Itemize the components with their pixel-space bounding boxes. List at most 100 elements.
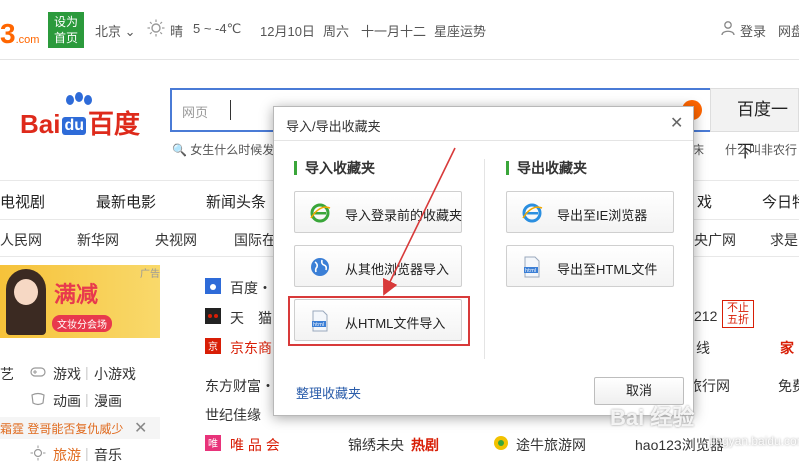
divider: | bbox=[85, 364, 89, 380]
nav-games[interactable]: 戏 bbox=[697, 191, 712, 212]
nav-movies[interactable]: 最新电影 bbox=[96, 191, 156, 212]
login-link[interactable]: 登录 bbox=[740, 21, 766, 40]
anime-icon bbox=[31, 392, 45, 406]
button-label: 从其他浏览器导入 bbox=[345, 262, 450, 277]
manage-favorites-link[interactable]: 整理收藏夹 bbox=[296, 383, 361, 402]
svg-text:html: html bbox=[525, 268, 536, 274]
nav-cri[interactable]: 国际在 bbox=[234, 230, 276, 250]
ie-icon bbox=[522, 203, 543, 223]
export-ie-button[interactable]: 导出至IE浏览器 bbox=[506, 191, 674, 233]
nav-tv[interactable]: 电视剧 bbox=[0, 191, 45, 212]
export-html-file-button[interactable]: html 导出至HTML文件 bbox=[506, 245, 674, 287]
nav-today[interactable]: 今日特 bbox=[762, 191, 799, 212]
top-bar: 3.com 设为 首页 北京 ⌄ 晴 5 ~ -4℃ 12月10日 周六 十一月… bbox=[0, 0, 799, 60]
vip-site-icon: 唯 bbox=[205, 435, 221, 451]
tmall-site-icon bbox=[205, 308, 221, 324]
annotation-highlight-box bbox=[288, 296, 470, 346]
search-type-label[interactable]: 网页 bbox=[182, 102, 208, 121]
city-selector[interactable]: 北京 ⌄ bbox=[95, 21, 136, 40]
tuniu-site-icon bbox=[494, 436, 508, 450]
search-suggestion-left[interactable]: 🔍 女生什么时候发 bbox=[172, 141, 274, 158]
import-login-favorites-button[interactable]: 导入登录前的收藏夹 bbox=[294, 191, 462, 233]
travel-link[interactable]: 旅游 bbox=[53, 445, 81, 465]
baidu-logo[interactable]: Bai du 百度 bbox=[20, 104, 140, 141]
notice-text[interactable]: 霜霆 登哥能否复仇威少 bbox=[0, 420, 123, 437]
netdisk-link[interactable]: 网盘 bbox=[778, 21, 799, 40]
left-list-art[interactable]: 艺 bbox=[0, 364, 14, 384]
site-eastmoney[interactable]: 东方财富・ bbox=[205, 376, 275, 396]
site-baidu[interactable]: 百度・ bbox=[230, 278, 272, 298]
html-file-icon: html bbox=[524, 256, 540, 278]
watermark-logo: Bai 经验 bbox=[610, 405, 695, 430]
temperature: 5 ~ -4℃ bbox=[193, 21, 242, 36]
user-icon bbox=[721, 21, 735, 36]
weather-text: 晴 bbox=[170, 24, 184, 39]
site-tmall[interactable]: 天 猫 bbox=[230, 308, 272, 328]
site-jinxiu[interactable]: 锦绣未央 bbox=[348, 435, 404, 455]
favorites-import-export-dialog: 导入/导出收藏夹 ✕ 导入收藏夹 导出收藏夹 导入登录前的收藏夹 从其他浏览器导… bbox=[273, 106, 694, 416]
ad-model-face bbox=[14, 279, 38, 305]
site-free[interactable]: 免费 bbox=[778, 376, 799, 396]
comics-link[interactable]: 漫画 bbox=[94, 391, 122, 411]
site-tuniu[interactable]: 途牛旅游网 bbox=[516, 435, 586, 455]
site-jd[interactable]: 京东商 bbox=[230, 338, 272, 358]
badge-line2: 五折 bbox=[727, 314, 749, 326]
svg-text:唯: 唯 bbox=[208, 438, 218, 450]
set-homepage-button[interactable]: 设为 首页 bbox=[48, 12, 84, 48]
close-icon[interactable]: ✕ bbox=[134, 418, 147, 438]
ad-subtitle: 文妆分会场 bbox=[52, 315, 112, 332]
button-label: 导入登录前的收藏夹 bbox=[345, 208, 463, 223]
divider: | bbox=[85, 445, 89, 461]
watermark-url: jingyan.baidu.com bbox=[710, 434, 799, 448]
site-fragment-line[interactable]: 线 bbox=[696, 338, 710, 358]
site-family[interactable]: 家 bbox=[780, 338, 794, 358]
horoscope-link[interactable]: 星座运势 bbox=[434, 21, 486, 40]
dialog-title: 导入/导出收藏夹 bbox=[286, 119, 381, 134]
nav-news[interactable]: 新闻头条 bbox=[206, 191, 266, 212]
anime-link[interactable]: 动画 bbox=[53, 391, 81, 411]
home-badge-line2: 首页 bbox=[53, 31, 78, 45]
home-badge-line1: 设为 bbox=[53, 15, 78, 29]
site-vip[interactable]: 唯 品 会 bbox=[230, 435, 280, 455]
nav-people[interactable]: 人民网 bbox=[0, 230, 42, 250]
jd-site-icon: 京 bbox=[205, 338, 221, 354]
column-divider bbox=[484, 159, 485, 359]
ad-title: 满减 bbox=[54, 282, 99, 307]
search-suggestion-right[interactable]: 什么叫非农行 bbox=[725, 141, 797, 158]
badge-line1: 不止 bbox=[727, 302, 749, 314]
nav-qstheory[interactable]: 求是 bbox=[770, 230, 798, 250]
lunar-date: 十一月十二 bbox=[361, 24, 427, 39]
nav-cctv[interactable]: 央视网 bbox=[155, 230, 197, 250]
sun-icon bbox=[147, 19, 165, 37]
discount-badge[interactable]: 不止 五折 bbox=[722, 300, 754, 328]
site-logo[interactable]: 3.com bbox=[0, 18, 39, 50]
hot-tag[interactable]: 热剧 bbox=[411, 435, 439, 455]
ad-tag: 广告 bbox=[140, 269, 160, 280]
import-section-title: 导入收藏夹 bbox=[294, 161, 375, 175]
site-fragment-212[interactable]: 212 bbox=[694, 308, 717, 324]
export-section-title: 导出收藏夹 bbox=[506, 161, 587, 175]
globe-icon bbox=[311, 258, 329, 276]
divider: | bbox=[85, 391, 89, 407]
dialog-title-divider bbox=[274, 140, 693, 141]
games-link[interactable]: 游戏 bbox=[53, 364, 81, 384]
nav-cnr[interactable]: 央广网 bbox=[694, 230, 736, 250]
button-label: 导出至IE浏览器 bbox=[557, 208, 648, 223]
site-travel-net[interactable]: 旅行网 bbox=[688, 376, 730, 396]
import-other-browsers-button[interactable]: 从其他浏览器导入 bbox=[294, 245, 462, 287]
sun-icon bbox=[30, 445, 46, 461]
gamepad-icon bbox=[30, 367, 46, 377]
ad-banner[interactable]: 满减 文妆分会场 bbox=[0, 265, 160, 338]
baidu-site-icon bbox=[205, 278, 221, 294]
close-icon[interactable]: ✕ bbox=[670, 113, 683, 133]
svg-text:京: 京 bbox=[208, 340, 218, 353]
text-caret bbox=[230, 100, 231, 120]
button-label: 导出至HTML文件 bbox=[557, 262, 658, 277]
ie-icon bbox=[310, 203, 331, 223]
search-button[interactable]: 百度一下 bbox=[710, 88, 799, 161]
mini-games-link[interactable]: 小游戏 bbox=[94, 364, 136, 384]
site-jiayuan[interactable]: 世纪佳缘 bbox=[205, 405, 261, 425]
date: 12月10日 bbox=[260, 24, 315, 39]
nav-xinhua[interactable]: 新华网 bbox=[77, 230, 119, 250]
music-link[interactable]: 音乐 bbox=[94, 445, 122, 465]
